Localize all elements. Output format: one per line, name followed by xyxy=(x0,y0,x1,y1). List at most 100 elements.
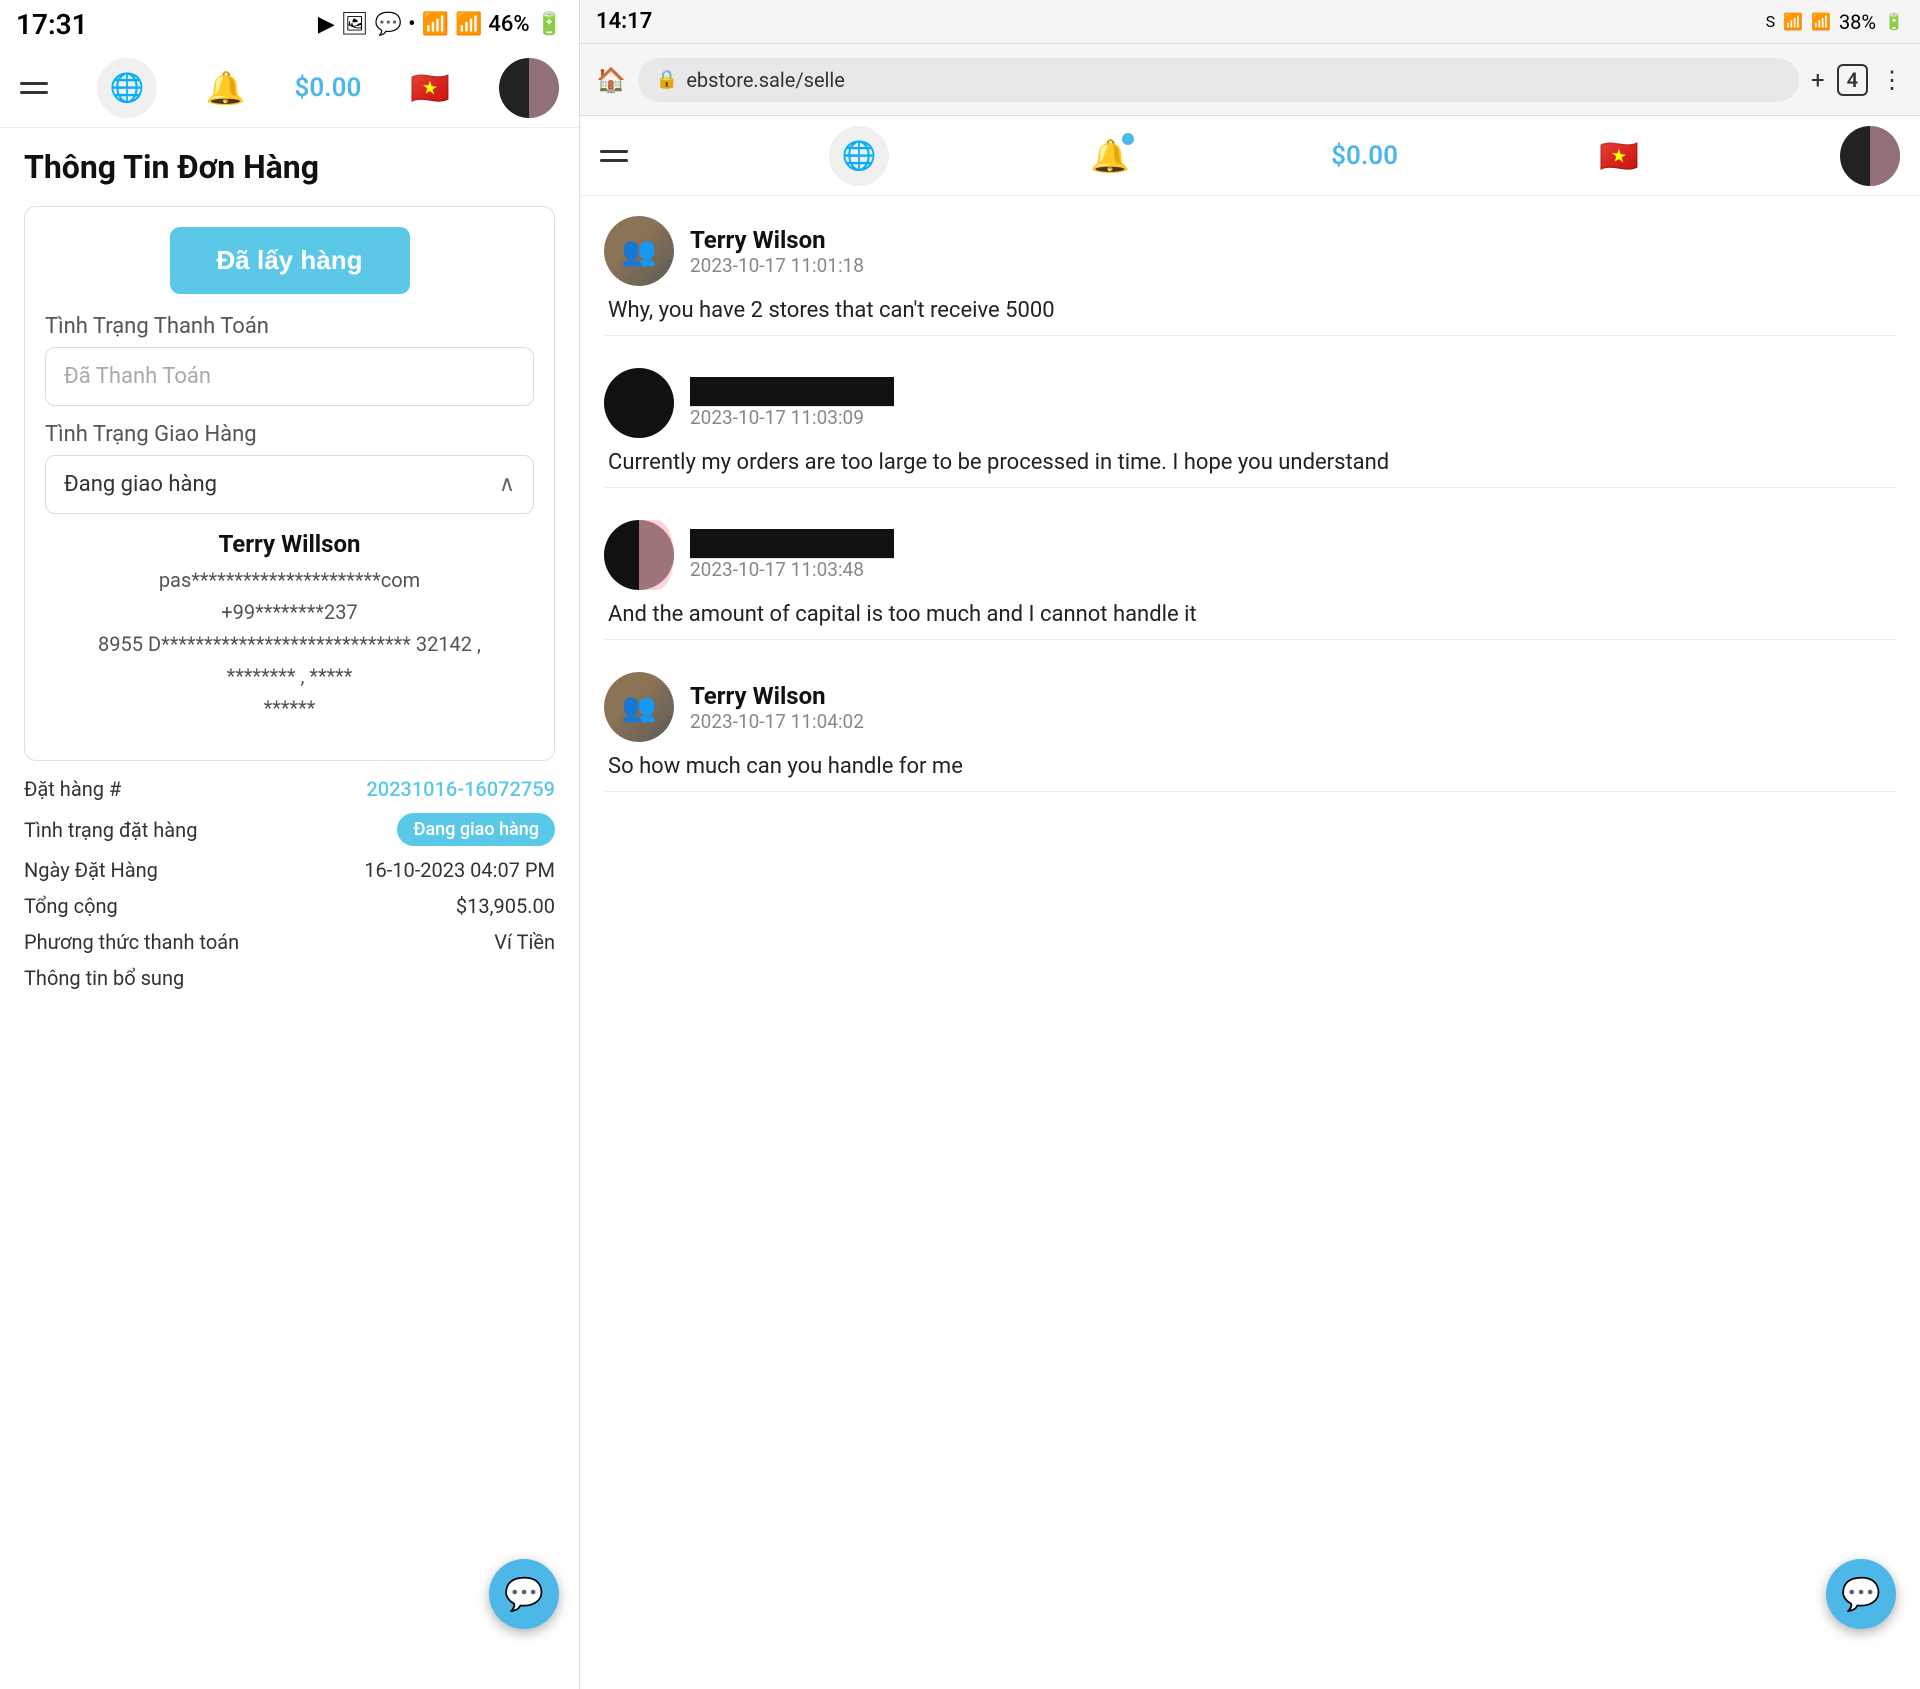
payment-method-value: Ví Tiền xyxy=(494,930,555,954)
battery-icon-right: 🔋 xyxy=(1884,12,1904,31)
home-icon[interactable]: 🏠 xyxy=(596,66,626,94)
avatar-img xyxy=(604,672,674,742)
flag-right: 🇻🇳 xyxy=(1599,137,1639,175)
message-group: Terry Wilson 2023-10-17 11:04:02 So how … xyxy=(604,672,1896,792)
url-text: ebstore.sale/selle xyxy=(686,68,845,92)
order-status-label: Tình trạng đặt hàng xyxy=(24,818,197,842)
message-text: Currently my orders are too large to be … xyxy=(604,446,1896,479)
url-bar[interactable]: 🔒 ebstore.sale/selle xyxy=(638,58,1799,102)
message-header: ████████████ 2023-10-17 11:03:09 xyxy=(604,368,1896,438)
message-sender: Terry Wilson 2023-10-17 11:04:02 xyxy=(690,682,864,733)
order-details-section: Đặt hàng # 20231016-16072759 Tình trạng … xyxy=(24,777,555,990)
hamburger-right[interactable] xyxy=(600,150,628,162)
main-content-left: Thông Tin Đơn Hàng Đã lấy hàng Tình Trạn… xyxy=(0,128,579,1689)
order-date-row: Ngày Đặt Hàng 16-10-2023 04:07 PM xyxy=(24,858,555,882)
message-group: Terry Wilson 2023-10-17 11:01:18 Why, yo… xyxy=(604,216,1896,336)
order-id-value[interactable]: 20231016-16072759 xyxy=(366,777,555,801)
dot-icon: • xyxy=(408,12,415,37)
order-total-row: Tổng cộng $13,905.00 xyxy=(24,894,555,918)
message-time: 2023-10-17 11:03:48 xyxy=(690,558,894,581)
chat-content: Terry Wilson 2023-10-17 11:01:18 Why, yo… xyxy=(580,196,1920,1689)
message-header: Terry Wilson 2023-10-17 11:04:02 xyxy=(604,672,1896,742)
delivery-status-select[interactable]: Đang giao hàng ∧ xyxy=(45,455,534,514)
more-icon[interactable]: ⋮ xyxy=(1880,66,1904,94)
message-time: 2023-10-17 11:04:02 xyxy=(690,710,864,733)
message-sender: ████████████ 2023-10-17 11:03:09 xyxy=(690,377,894,429)
balance-right[interactable]: $0.00 xyxy=(1331,141,1398,171)
messenger-icon: 💬 xyxy=(375,12,402,37)
status-bar-left: 17:31 ▶ 🖼 💬 • 📶 📶 46% 🔋 xyxy=(0,0,579,48)
signal-icon: 📶 xyxy=(455,12,482,37)
sender-name: Terry Wilson xyxy=(690,226,864,254)
plus-icon[interactable]: + xyxy=(1811,66,1825,94)
extra-info-row: Thông tin bổ sung xyxy=(24,966,555,990)
globe-button[interactable]: 🌐 xyxy=(97,58,157,118)
bell-right-wrapper: 🔔 xyxy=(1090,137,1130,175)
order-card: Đã lấy hàng Tình Trạng Thanh Toán Đã Tha… xyxy=(24,206,555,761)
order-date-value: 16-10-2023 04:07 PM xyxy=(364,858,555,882)
battery-right: 38% xyxy=(1839,10,1876,34)
bell-icon-right[interactable]: 🔔 xyxy=(1090,137,1130,175)
avatar-left[interactable] xyxy=(499,58,559,118)
payment-method-label: Phương thức thanh toán xyxy=(24,930,239,954)
chat-fab-right[interactable]: 💬 xyxy=(1826,1559,1896,1629)
right-panel: 14:17 S 📶 📶 38% 🔋 🏠 🔒 ebstore.sale/selle… xyxy=(580,0,1920,1689)
order-total-label: Tổng cộng xyxy=(24,894,118,918)
customer-address3: ****** xyxy=(45,692,534,724)
image-icon: 🖼 xyxy=(341,12,369,37)
chat-fab-left[interactable]: 💬 xyxy=(489,1559,559,1629)
message-group: ████████████ 2023-10-17 11:03:48 And the… xyxy=(604,520,1896,640)
time-left: 17:31 xyxy=(16,8,88,41)
signal-right: 📶 xyxy=(1811,12,1831,31)
nav-bar-right: 🌐 🔔 $0.00 🇻🇳 xyxy=(580,116,1920,196)
avatar-img xyxy=(604,216,674,286)
lock-icon: 🔒 xyxy=(656,69,678,90)
battery-left: 46% xyxy=(488,12,529,37)
tab-count[interactable]: 4 xyxy=(1837,64,1868,96)
page-title: Thông Tin Đơn Hàng xyxy=(24,148,555,186)
customer-info: Terry Willson pas**********************c… xyxy=(45,530,534,724)
message-text: Why, you have 2 stores that can't receiv… xyxy=(604,294,1896,327)
masked-avatar-pink xyxy=(604,520,674,590)
message-time: 2023-10-17 11:01:18 xyxy=(690,254,864,277)
message-header: Terry Wilson 2023-10-17 11:01:18 xyxy=(604,216,1896,286)
browser-actions: + 4 ⋮ xyxy=(1811,64,1904,96)
chat-icon-right: 💬 xyxy=(1841,1575,1881,1613)
sender-name: Terry Wilson xyxy=(690,682,864,710)
message-divider xyxy=(604,791,1896,792)
left-panel: 17:31 ▶ 🖼 💬 • 📶 📶 46% 🔋 🌐 🔔 $0.00 🇻🇳 Thô… xyxy=(0,0,580,1689)
order-status-badge: Đang giao hàng xyxy=(397,813,555,846)
payment-status-field: Đã Thanh Toán xyxy=(45,347,534,406)
order-id-label: Đặt hàng # xyxy=(24,777,121,801)
masked-avatar xyxy=(604,368,674,438)
order-status-row: Tình trạng đặt hàng Đang giao hàng xyxy=(24,813,555,846)
chat-icon-left: 💬 xyxy=(504,1575,544,1613)
payment-status-label: Tình Trạng Thanh Toán xyxy=(45,314,534,339)
message-divider xyxy=(604,335,1896,336)
action-button[interactable]: Đã lấy hàng xyxy=(170,227,410,294)
balance-left[interactable]: $0.00 xyxy=(295,73,362,103)
message-divider xyxy=(604,487,1896,488)
chevron-up-icon: ∧ xyxy=(499,472,515,497)
sender-name: ████████████ xyxy=(690,529,894,558)
hamburger-menu[interactable] xyxy=(20,82,48,94)
wifi-icon: 📶 xyxy=(422,12,449,37)
message-sender: Terry Wilson 2023-10-17 11:01:18 xyxy=(690,226,864,277)
payment-method-row: Phương thức thanh toán Ví Tiền xyxy=(24,930,555,954)
message-divider xyxy=(604,639,1896,640)
customer-email: pas**********************com xyxy=(45,564,534,596)
message-text: And the amount of capital is too much an… xyxy=(604,598,1896,631)
customer-phone: +99********237 xyxy=(45,596,534,628)
delivery-status-label: Tình Trạng Giao Hàng xyxy=(45,422,534,447)
avatar-right[interactable] xyxy=(1840,126,1900,186)
customer-name: Terry Willson xyxy=(45,530,534,558)
media-icon: ▶ xyxy=(318,12,335,37)
message-time: 2023-10-17 11:03:09 xyxy=(690,406,894,429)
globe-button-right[interactable]: 🌐 xyxy=(829,126,889,186)
message-sender: ████████████ 2023-10-17 11:03:48 xyxy=(690,529,894,581)
browser-bar: 🏠 🔒 ebstore.sale/selle + 4 ⋮ xyxy=(580,44,1920,116)
delivery-status-value: Đang giao hàng xyxy=(64,472,217,497)
browser-status-bar: 14:17 S 📶 📶 38% 🔋 xyxy=(580,0,1920,44)
bell-icon[interactable]: 🔔 xyxy=(206,69,246,107)
order-date-label: Ngày Đặt Hàng xyxy=(24,858,158,882)
